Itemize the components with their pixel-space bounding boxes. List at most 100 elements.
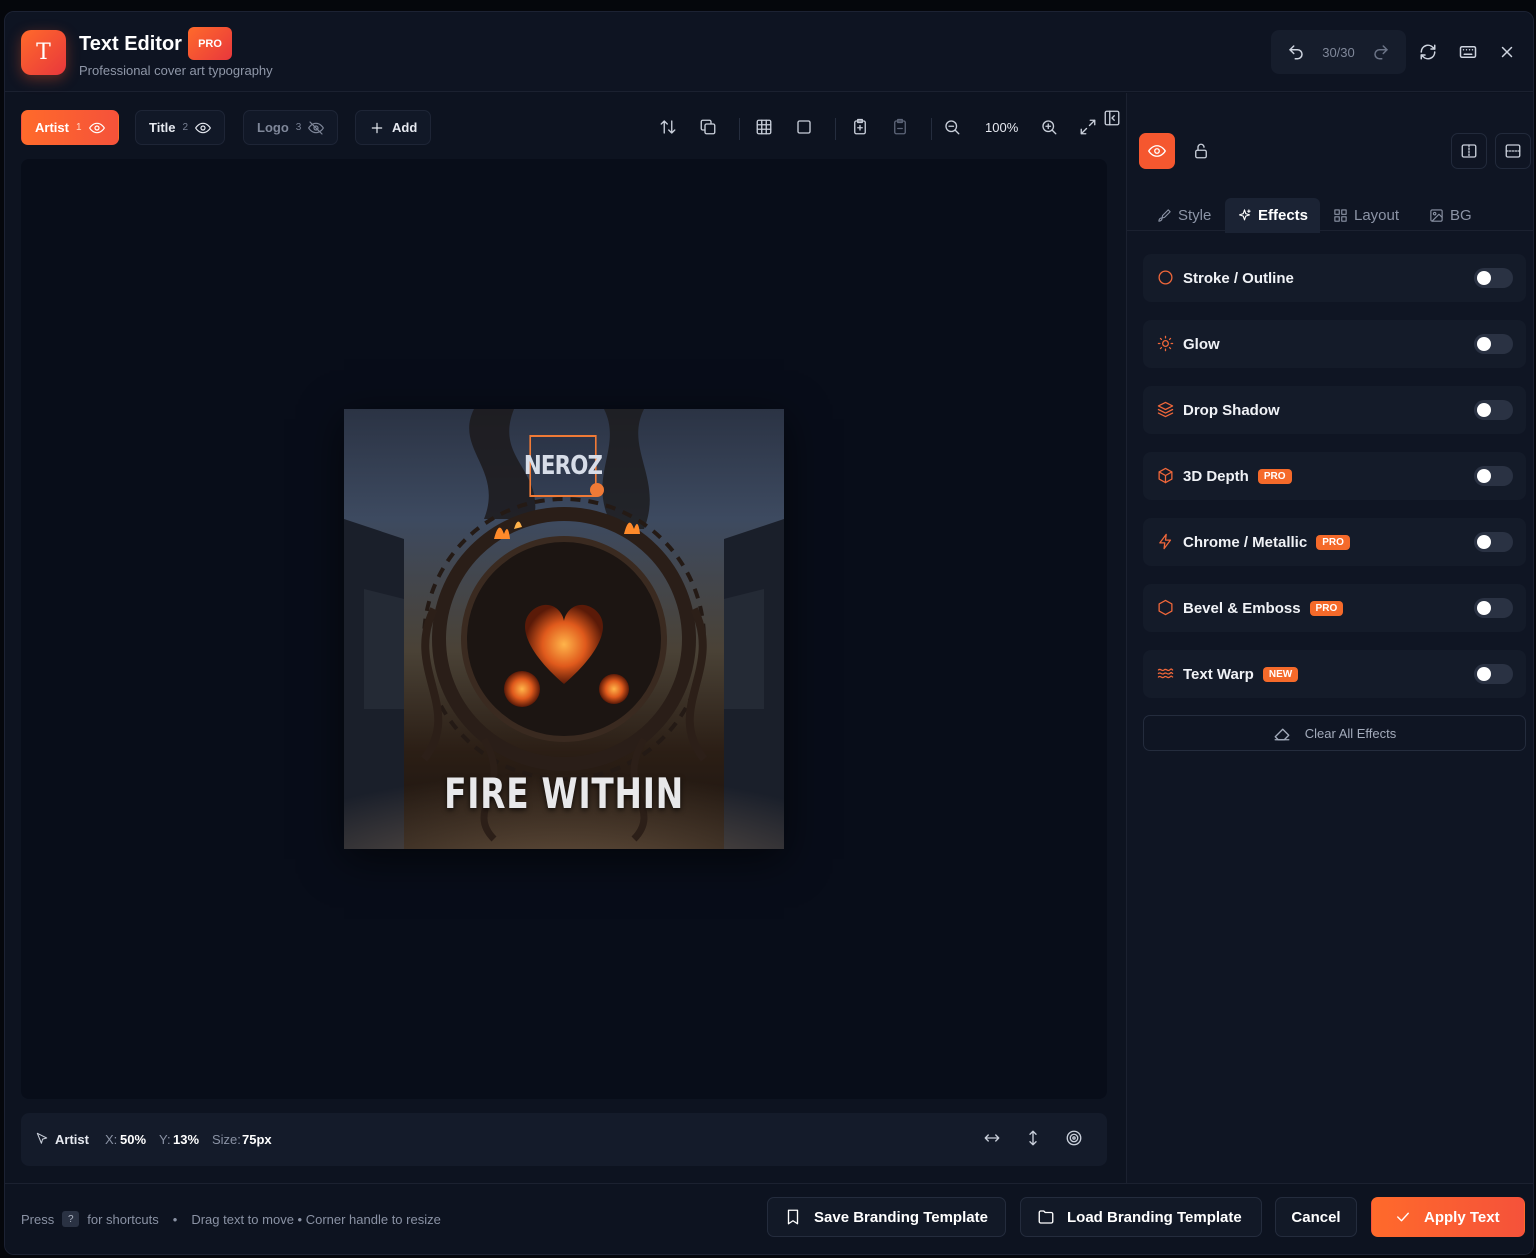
load-branding-template-button[interactable]: Load Branding Template <box>1020 1197 1262 1237</box>
tab-label: BG <box>1450 207 1472 224</box>
effect-toggle[interactable] <box>1474 334 1513 354</box>
effect-toggle[interactable] <box>1474 664 1513 684</box>
cursor-icon <box>35 1131 51 1147</box>
tab-label: Style <box>1178 207 1212 224</box>
collapse-panel-icon[interactable] <box>1103 109 1123 129</box>
copy-style-icon[interactable] <box>851 118 871 138</box>
layer-number: 3 <box>295 122 302 133</box>
canvas[interactable]: NEROZ FIRE WITHIN <box>21 159 1107 1099</box>
sparkles-icon <box>1238 209 1251 221</box>
folder-icon <box>1038 1210 1054 1224</box>
brush-icon <box>1158 209 1171 222</box>
tab-layout[interactable]: Layout <box>1321 198 1411 233</box>
apply-text-button[interactable]: Apply Text <box>1371 1197 1525 1237</box>
square-frame-icon[interactable] <box>795 118 815 138</box>
save-template-label: Save Branding Template <box>814 1208 988 1226</box>
effect-toggle[interactable] <box>1474 532 1513 552</box>
status-x-value: 50% <box>120 1132 147 1147</box>
status-size-value: 75px <box>242 1132 272 1147</box>
eye-off-icon[interactable] <box>308 120 325 136</box>
load-template-label: Load Branding Template <box>1067 1208 1242 1226</box>
effect-name: Glow <box>1183 336 1220 353</box>
sun-icon <box>1157 335 1175 353</box>
effect-row-text-warp[interactable]: Text Warp NEW <box>1143 650 1526 698</box>
paste-style-icon[interactable] <box>891 118 911 138</box>
eye-icon[interactable] <box>88 120 105 136</box>
panel-tabs: Style Effects Layout BG <box>1127 185 1533 233</box>
layer-chip-logo[interactable]: Logo 3 <box>243 110 339 145</box>
hexagon-icon <box>1157 599 1175 617</box>
toolbar-divider <box>739 118 740 140</box>
layer-label: Artist <box>35 120 69 135</box>
undo-icon[interactable] <box>1287 43 1305 61</box>
eye-icon[interactable] <box>195 120 211 136</box>
toolbar-divider <box>835 118 836 140</box>
keyboard-icon[interactable] <box>1457 41 1479 63</box>
center-vertical-icon[interactable] <box>1024 1129 1044 1149</box>
effect-row-glow[interactable]: Glow <box>1143 320 1526 368</box>
flip-vertical-icon <box>1505 144 1521 158</box>
effect-name: Chrome / Metallic PRO <box>1183 534 1350 551</box>
tab-bg[interactable]: BG <box>1417 198 1484 233</box>
artist-text-layer[interactable]: NEROZ <box>524 435 603 497</box>
zoom-in-icon[interactable] <box>1040 118 1060 138</box>
hint-shortcuts: for shortcuts <box>87 1211 159 1227</box>
effect-row-3d-depth[interactable]: 3D Depth PRO <box>1143 452 1526 500</box>
box-icon <box>1157 467 1175 485</box>
status-y-value: 13% <box>173 1132 200 1147</box>
tab-label: Layout <box>1354 207 1400 224</box>
layer-label: Logo <box>257 120 289 135</box>
tab-effects[interactable]: Effects <box>1225 198 1321 233</box>
flip-horizontal-icon <box>1461 144 1477 158</box>
flip-horizontal-button[interactable] <box>1451 133 1487 169</box>
effect-toggle[interactable] <box>1474 598 1513 618</box>
center-horizontal-icon[interactable] <box>983 1129 1003 1149</box>
effect-toggle[interactable] <box>1474 268 1513 288</box>
flip-vertical-button[interactable] <box>1495 133 1531 169</box>
add-layer-button[interactable]: Add <box>355 110 432 145</box>
zap-icon <box>1157 533 1175 551</box>
effect-row-stroke[interactable]: Stroke / Outline <box>1143 254 1526 302</box>
new-badge: NEW <box>1262 667 1299 682</box>
close-icon[interactable] <box>1496 41 1518 63</box>
effect-row-chrome[interactable]: Chrome / Metallic PRO <box>1143 518 1526 566</box>
effect-toggle[interactable] <box>1474 466 1513 486</box>
duplicate-icon[interactable] <box>699 118 719 138</box>
layer-chip-artist[interactable]: Artist 1 <box>21 110 119 145</box>
target-center-icon[interactable] <box>1065 1129 1085 1149</box>
clear-all-effects-button[interactable]: Clear All Effects <box>1143 715 1526 751</box>
cancel-button[interactable]: Cancel <box>1275 1197 1357 1237</box>
zoom-out-icon[interactable] <box>943 118 963 138</box>
fullscreen-icon[interactable] <box>1079 118 1099 138</box>
status-y-label: Y: <box>159 1132 171 1147</box>
shortcut-key: ? <box>62 1211 80 1227</box>
plus-icon <box>371 122 383 133</box>
layer-number: 2 <box>182 122 189 133</box>
swap-order-icon[interactable] <box>659 118 679 138</box>
effect-row-drop-shadow[interactable]: Drop Shadow <box>1143 386 1526 434</box>
unlock-icon <box>1195 143 1207 159</box>
redo-icon[interactable] <box>1372 43 1390 61</box>
lock-toggle-button[interactable] <box>1183 133 1219 169</box>
refresh-icon[interactable] <box>1417 41 1439 63</box>
visibility-toggle-button[interactable] <box>1139 133 1175 169</box>
effect-name: Bevel & Emboss PRO <box>1183 600 1344 617</box>
app-title: Text Editor <box>79 33 182 55</box>
effect-row-bevel[interactable]: Bevel & Emboss PRO <box>1143 584 1526 632</box>
grid-icon[interactable] <box>755 118 775 138</box>
title-text-layer[interactable]: FIRE WITHIN <box>392 769 735 818</box>
status-x-label: X: <box>105 1132 118 1147</box>
eye-icon <box>1148 145 1166 157</box>
check-icon <box>1397 1212 1409 1222</box>
effect-toggle[interactable] <box>1474 400 1513 420</box>
save-branding-template-button[interactable]: Save Branding Template <box>767 1197 1006 1237</box>
tab-style[interactable]: Style <box>1145 198 1223 233</box>
tab-label: Effects <box>1258 207 1309 224</box>
cancel-label: Cancel <box>1291 1208 1341 1226</box>
layer-chip-title[interactable]: Title 2 <box>135 110 226 145</box>
circle-icon <box>1157 269 1175 287</box>
hint-drag: Drag text to move • Corner handle to res… <box>191 1211 441 1227</box>
image-icon <box>1430 209 1443 222</box>
resize-handle[interactable] <box>590 483 604 497</box>
pro-badge: PRO <box>1257 469 1292 484</box>
